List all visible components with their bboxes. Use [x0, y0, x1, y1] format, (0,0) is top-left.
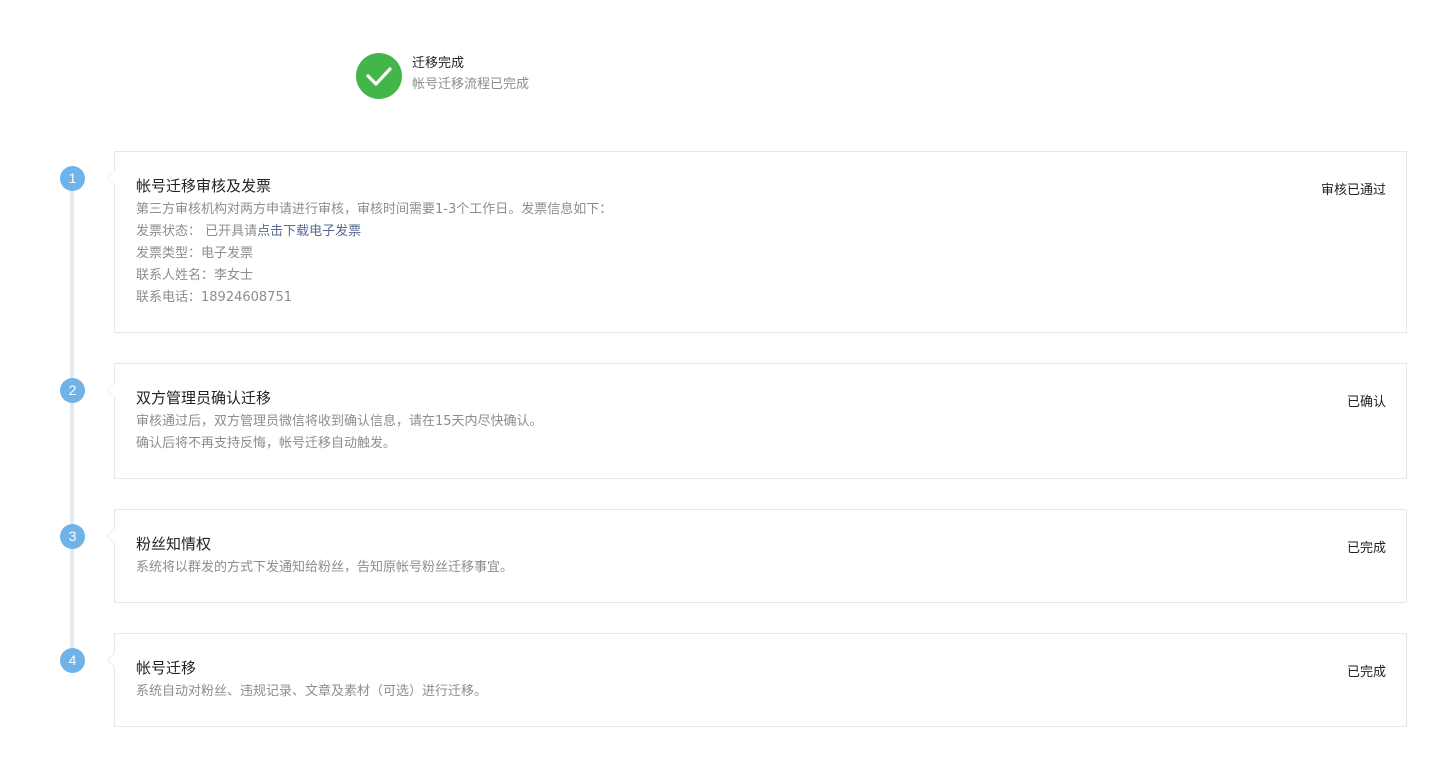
step-card: 帐号迁移审核及发票 审核已通过 第三方审核机构对两方申请进行审核，审核时间需要1…	[107, 151, 1407, 333]
step-number-badge: 4	[60, 648, 85, 673]
contact-phone-line: 联系电话：18924608751	[136, 290, 292, 305]
step-title: 帐号迁移审核及发票	[136, 177, 272, 195]
step-card: 帐号迁移 已完成 系统自动对粉丝、违规记录、文章及素材（可选）进行迁移。	[107, 633, 1407, 727]
step-description-line: 审核通过后，双方管理员微信将收到确认信息，请在15天内尽快确认。	[136, 414, 543, 429]
step-number-badge: 3	[60, 524, 85, 549]
step-description: 系统自动对粉丝、违规记录、文章及素材（可选）进行迁移。	[136, 681, 487, 703]
step-description-line: 系统自动对粉丝、违规记录、文章及素材（可选）进行迁移。	[136, 684, 488, 699]
migration-status-header: 迁移完成 帐号迁移流程已完成	[356, 53, 529, 99]
step-description: 第三方审核机构对两方申请进行审核，审核时间需要1-3个工作日。发票信息如下： 发…	[136, 199, 612, 309]
step-status: 审核已通过	[1320, 183, 1386, 198]
step-status: 已完成	[1346, 665, 1386, 680]
step-description-line: 第三方审核机构对两方申请进行审核，审核时间需要1-3个工作日。发票信息如下：	[136, 202, 613, 217]
step-title: 粉丝知情权	[136, 535, 212, 553]
contact-name-line: 联系人姓名：李女士	[136, 268, 254, 283]
step-title: 双方管理员确认迁移	[136, 389, 272, 407]
step-description-line: 确认后将不再支持反悔，帐号迁移自动触发。	[136, 436, 397, 451]
step-card: 粉丝知情权 已完成 系统将以群发的方式下发通知给粉丝，告知原帐号粉丝迁移事宜。	[107, 509, 1407, 603]
invoice-status-line: 发票状态： 已开具请点击下载电子发票	[136, 221, 612, 243]
step-description: 系统将以群发的方式下发通知给粉丝，告知原帐号粉丝迁移事宜。	[136, 557, 513, 579]
step-number-badge: 2	[60, 378, 85, 403]
invoice-status-text: 发票状态： 已开具请	[136, 224, 258, 239]
check-icon	[356, 53, 402, 99]
step-card: 双方管理员确认迁移 已确认 审核通过后，双方管理员微信将收到确认信息，请在15天…	[107, 363, 1407, 479]
invoice-type-line: 发票类型：电子发票	[136, 246, 254, 261]
step-status: 已完成	[1346, 541, 1386, 556]
step-status: 已确认	[1346, 395, 1386, 410]
status-text: 迁移完成 帐号迁移流程已完成	[412, 56, 529, 96]
status-description: 帐号迁移流程已完成	[412, 77, 530, 92]
step-description: 审核通过后，双方管理员微信将收到确认信息，请在15天内尽快确认。 确认后将不再支…	[136, 411, 543, 455]
timeline-line	[70, 180, 74, 660]
step-title: 帐号迁移	[136, 659, 197, 677]
step-number-badge: 1	[60, 166, 85, 191]
download-invoice-link[interactable]: 点击下载电子发票	[257, 224, 361, 239]
status-title: 迁移完成	[412, 56, 465, 71]
step-description-line: 系统将以群发的方式下发通知给粉丝，告知原帐号粉丝迁移事宜。	[136, 560, 514, 575]
